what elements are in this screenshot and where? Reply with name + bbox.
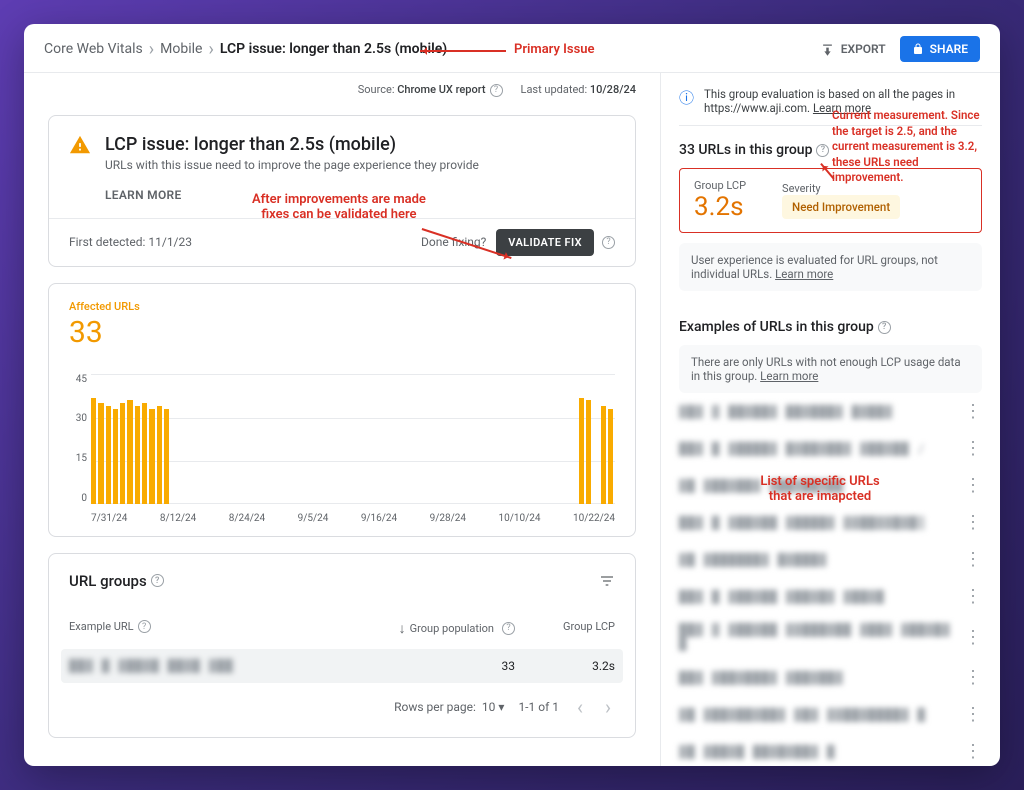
download-icon [820,42,835,57]
rows-per-page-select[interactable]: 10 ▾ [482,700,505,714]
affected-urls-card: Affected URLs 33 4530150 7/31/248/12/248… [48,283,636,537]
left-pane: Source: Chrome UX report? Last updated: … [24,73,660,766]
help-icon[interactable]: ? [151,574,164,587]
more-icon[interactable]: ⋮ [964,667,982,688]
severity-badge: Need Improvement [782,195,900,219]
breadcrumb-mobile[interactable]: Mobile [160,41,202,57]
breadcrumb-current: LCP issue: longer than 2.5s (mobile) [220,41,447,57]
examples-note: There are only URLs with not enough LCP … [679,345,982,393]
more-icon[interactable]: ⋮ [964,401,982,422]
url-groups-title: URL groups [69,572,147,590]
breadcrumb-root[interactable]: Core Web Vitals [44,41,143,57]
group-lcp-value: 3.2s [694,192,746,222]
ux-note: User experience is evaluated for URL gro… [679,243,982,291]
list-item[interactable]: ██▓ ▓ ▓██▓██ ▓▓███▓██ ▓██▓ ▓██▓█▓ █⋮ [679,615,982,659]
table-pager: Rows per page: 10 ▾ 1-1 of 1 ‹ › [69,695,615,719]
list-item[interactable]: ██▓ █ ▓████▓ █▓██▓██▓ ▓██▓██ /⋮ [679,430,982,467]
info-icon: ⓘ [679,87,694,115]
topbar: Core Web Vitals › Mobile › LCP issue: lo… [24,24,1000,73]
help-icon[interactable]: ? [878,321,891,334]
prev-page-button[interactable]: ‹ [573,695,587,719]
learn-more-link[interactable]: Learn more [813,101,871,115]
validate-fix-button[interactable]: VALIDATE FIX [496,229,594,256]
help-icon[interactable]: ? [502,622,515,635]
group-lcp-metric: Group LCP 3.2s Severity Need Improvement [679,168,982,233]
filter-icon[interactable] [599,573,615,589]
lock-icon [912,43,924,55]
affected-chart: 4530150 7/31/248/12/248/24/249/5/249/16/… [69,374,615,524]
more-icon[interactable]: ⋮ [964,438,982,459]
more-icon[interactable]: ⋮ [964,704,982,725]
page-range: 1-1 of 1 [518,700,559,714]
help-icon[interactable]: ? [138,620,151,633]
learn-more-button[interactable]: LEARN MORE [105,188,615,202]
list-item[interactable]: ▓█ ▓██▓██▓██▓ ▓█▓ ▓▓██▓████▓ █⋮ [679,696,982,733]
learn-more-link[interactable]: Learn more [775,267,833,281]
list-item[interactable]: ██▓ █ ▓██▓██ ▓████▓ ▓▓██▓▓█▓█▒⋮ [679,504,982,541]
issue-card: LCP issue: longer than 2.5s (mobile) URL… [48,115,636,267]
more-icon[interactable]: ⋮ [964,741,982,762]
examples-title: Examples of URLs in this group? [679,319,982,335]
learn-more-link[interactable]: Learn more [760,369,818,383]
more-icon[interactable]: ⋮ [964,627,982,648]
share-button[interactable]: SHARE [900,36,980,62]
help-icon[interactable]: ? [602,236,615,249]
list-item[interactable]: ▓█ ▓██▓█ ██▓█▓██▓ █⋮ [679,733,982,766]
more-icon[interactable]: ⋮ [964,549,982,570]
chevron-down-icon: ▾ [498,700,504,714]
done-fixing-label: Done fixing? [421,235,486,249]
more-icon[interactable]: ⋮ [964,512,982,533]
export-button[interactable]: EXPORT [820,42,886,57]
warning-icon [69,134,91,162]
chevron-right-icon: › [149,39,154,60]
first-detected: First detected: 11/1/23 [69,235,192,249]
more-icon[interactable]: ⋮ [964,586,982,607]
issue-title: LCP issue: longer than 2.5s (mobile) [105,134,479,155]
group-count-title: 33 URLs in this group? [679,142,982,158]
list-item[interactable]: ██▓ █ ▓██▓██ ▓██▓█▓ ▓██▓█⋮ [679,578,982,615]
breadcrumb: Core Web Vitals › Mobile › LCP issue: lo… [44,39,447,60]
right-pane: ⓘ This group evaluation is based on all … [660,73,1000,766]
url-groups-card: URL groups ? Example URL? ↓Group populat… [48,553,636,738]
list-item[interactable]: ▓█ ▓██████▓ █▓███▓⋮ [679,541,982,578]
list-item[interactable]: ▓█▓ ▓ ██▓██▓ ██▓███▓ █▓██▓⋮ [679,393,982,430]
help-icon[interactable]: ? [816,144,829,157]
affected-label: Affected URLs [69,300,615,313]
meta-row: Source: Chrome UX report? Last updated: … [24,73,660,105]
list-item[interactable]: ▓█ ▓██▓██▓ ▓██▓██▓██⋮ [679,467,982,504]
issue-subtitle: URLs with this issue need to improve the… [105,158,479,172]
info-banner: ⓘ This group evaluation is based on all … [679,73,982,126]
next-page-button[interactable]: › [601,695,615,719]
help-icon[interactable]: ? [490,84,503,97]
more-icon[interactable]: ⋮ [964,475,982,496]
chevron-right-icon: › [208,39,213,60]
list-item[interactable]: ██▓ ▓██▓███▓ ▓██▓██▓⋮ [679,659,982,696]
affected-count: 33 [69,315,615,350]
table-row[interactable]: ██▓ █ ▓██▓█ ██▓█ ▓██ 33 3.2s [61,649,623,683]
